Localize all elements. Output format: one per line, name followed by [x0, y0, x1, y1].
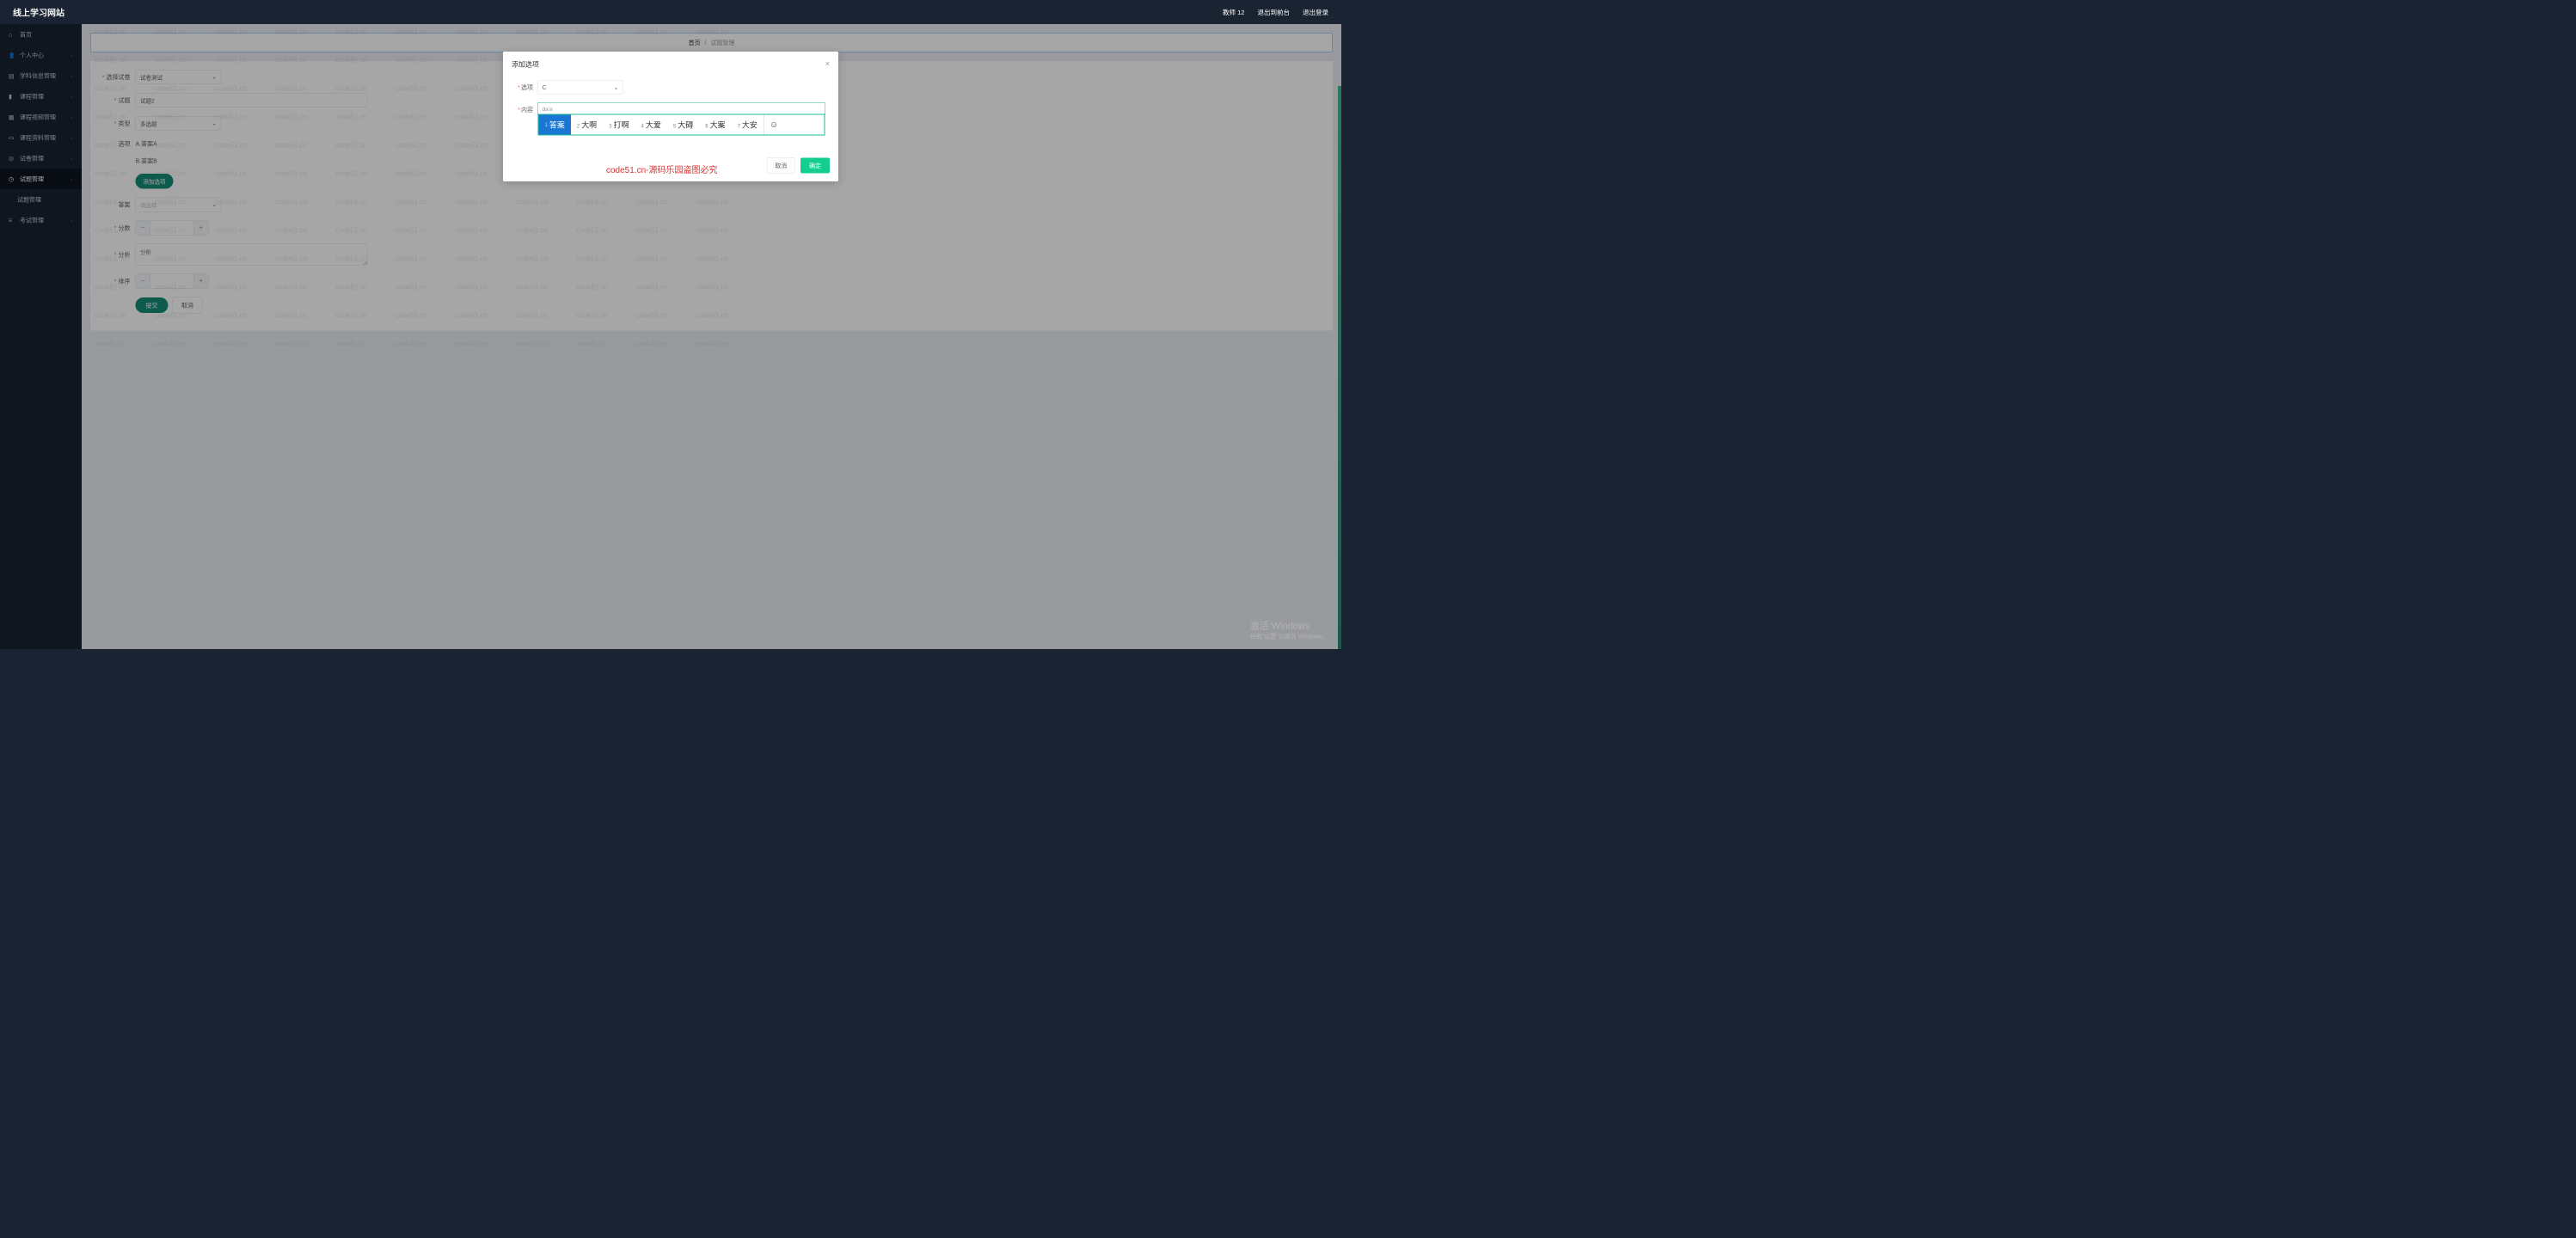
- modal-content-label: *内容: [512, 102, 537, 114]
- header: 线上学习网站 教师 12 退出到前台 退出登录: [0, 0, 1341, 24]
- watermark-red: code51.cn-源码乐园盗图必究: [606, 163, 717, 176]
- to-front-link[interactable]: 退出到前台: [1257, 8, 1290, 17]
- modal-cancel-button[interactable]: 取消: [767, 157, 795, 174]
- modal-ok-button[interactable]: 确定: [800, 158, 830, 174]
- ime-candidate[interactable]: 3打啊: [603, 120, 635, 131]
- user-link[interactable]: 教师 12: [1223, 8, 1244, 17]
- logout-link[interactable]: 退出登录: [1303, 8, 1328, 17]
- add-option-modal: 添加选项 × *选项 C *内容 1答案 2大啊 3打啊 4大爱 5大碍 6大案…: [503, 52, 838, 181]
- chevron-down-icon: [614, 83, 619, 91]
- modal-option-label: *选项: [512, 80, 537, 92]
- ime-candidate[interactable]: 2大啊: [571, 120, 603, 131]
- header-right: 教师 12 退出到前台 退出登录: [1223, 8, 1328, 17]
- modal-title: 添加选项: [512, 58, 539, 69]
- ime-candidate[interactable]: 1答案: [539, 115, 571, 135]
- modal-option-select[interactable]: C: [537, 80, 623, 95]
- ime-candidate[interactable]: 6大案: [699, 120, 731, 131]
- ime-emoji-button[interactable]: ☺: [764, 115, 784, 135]
- modal-content-input[interactable]: [538, 103, 825, 115]
- ime-candidate[interactable]: 7大安: [732, 120, 764, 131]
- ime-candidate[interactable]: 5大碍: [667, 120, 699, 131]
- modal-close-button[interactable]: ×: [825, 59, 830, 69]
- ime-candidate-bar: 1答案 2大啊 3打啊 4大爱 5大碍 6大案 7大安 ☺: [538, 114, 825, 136]
- ime-candidate[interactable]: 4大爱: [635, 120, 667, 131]
- right-edge-bar: [1338, 86, 1341, 649]
- site-title: 线上学习网站: [13, 6, 64, 19]
